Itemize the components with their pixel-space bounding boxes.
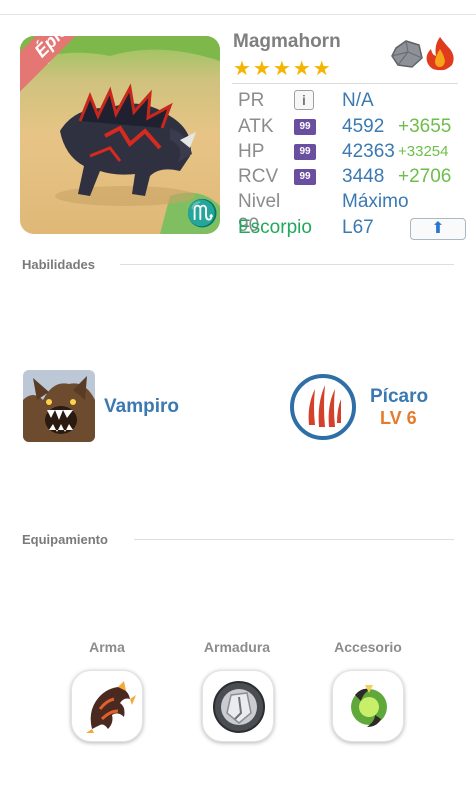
info-icon[interactable]: i: [294, 90, 314, 110]
stat-label: RCV: [238, 166, 279, 187]
armor-slot[interactable]: [202, 670, 274, 742]
zodiac-level: L67: [342, 217, 374, 238]
stat-value: N/A: [342, 90, 374, 111]
claw-weapon-icon: [86, 681, 136, 733]
arrow-up-icon: ⬆: [431, 220, 445, 237]
monster-name: Magmahorn: [233, 31, 341, 52]
equipment-heading: Equipamiento: [22, 532, 108, 547]
zodiac-label: Escorpio: [238, 217, 312, 238]
abilities-heading: Habilidades: [22, 257, 95, 272]
stat-value: 3448: [342, 166, 385, 187]
stat-label: ATK: [238, 116, 274, 137]
equipment-divider: [134, 539, 454, 540]
stat-value: 42363: [342, 141, 395, 162]
top-divider: [0, 14, 476, 15]
plus-badge: 99: [294, 144, 316, 160]
stat-bonus: +2706: [398, 166, 452, 187]
skill-level: LV 6: [380, 408, 417, 428]
abilities-divider: [120, 264, 454, 265]
passive-ability-name[interactable]: Vampiro: [104, 396, 179, 418]
wolf-icon: [23, 370, 95, 442]
active-skill-name[interactable]: Pícaro: [370, 386, 428, 408]
level-value: Máximo: [342, 191, 409, 212]
fire-element-icon: [426, 37, 454, 71]
armor-label: Armadura: [203, 639, 271, 655]
stat-label: PR: [238, 90, 265, 111]
upgrade-button[interactable]: ⬆: [410, 218, 466, 240]
weapon-slot[interactable]: [71, 670, 143, 742]
name-divider: [232, 83, 458, 84]
rock-element-icon: [391, 40, 423, 68]
shield-armor-icon: [213, 681, 265, 733]
accessory-slot[interactable]: [332, 670, 404, 742]
orb-accessory-icon: [351, 685, 387, 727]
scorpio-icon: ♏: [186, 198, 219, 228]
plus-badge: 99: [294, 119, 316, 135]
monster-card[interactable]: R Épico ♏: [20, 36, 220, 234]
stat-bonus: +3655: [398, 116, 452, 137]
plus-badge: 99: [294, 169, 316, 185]
claw-skill-icon[interactable]: [289, 373, 357, 441]
stat-bonus: +33254: [398, 143, 449, 160]
vampire-ability-icon[interactable]: [23, 370, 95, 442]
stat-label: HP: [238, 141, 265, 162]
accessory-label: Accesorio: [334, 639, 402, 655]
stat-value: 4592: [342, 116, 385, 137]
star-rating: ★★★★★: [233, 58, 333, 80]
weapon-label: Arma: [89, 639, 125, 655]
